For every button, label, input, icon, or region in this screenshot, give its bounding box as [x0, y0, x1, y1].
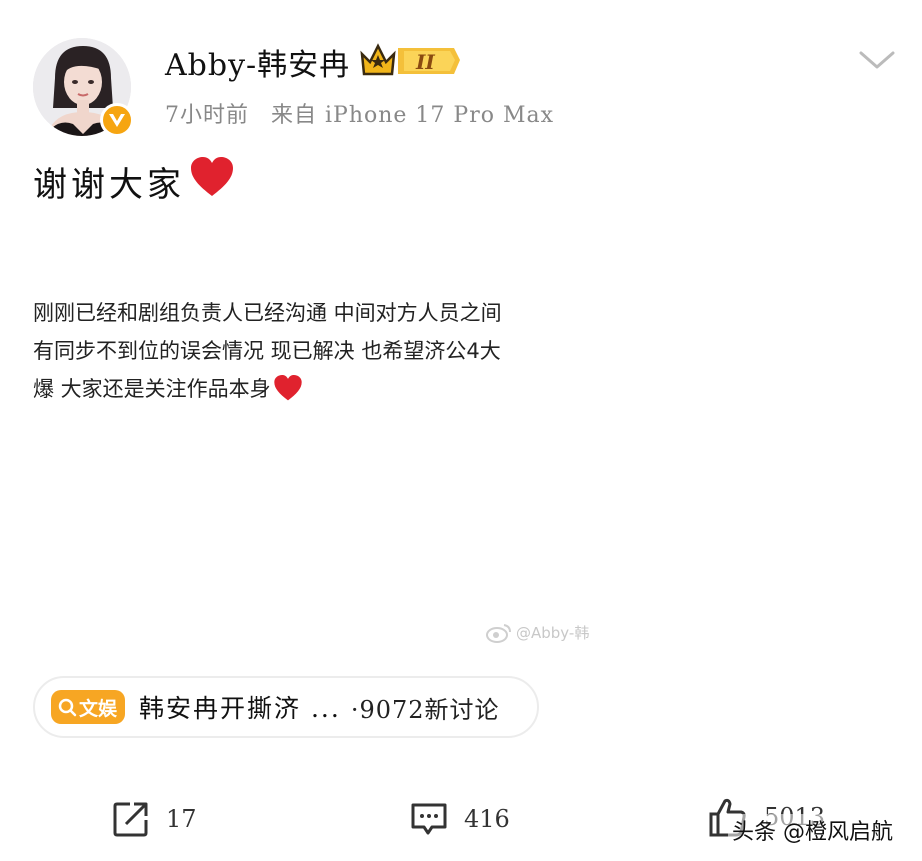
body-line: 爆 大家还是关注作品本身 [33, 377, 271, 401]
verified-v-icon [100, 103, 134, 137]
topic-pill[interactable]: 文娱 韩安冉开撕济 ... ·9072新讨论 [33, 676, 539, 738]
comment-button[interactable]: 416 [410, 800, 510, 838]
body-line: 有同步不到位的误会情况 现已解决 也希望济公4大 [33, 339, 501, 363]
chevron-down-icon[interactable] [858, 48, 896, 76]
repost-button[interactable]: 17 [112, 800, 197, 838]
search-icon [58, 698, 77, 717]
image-watermark: @Abby-韩 [486, 622, 589, 643]
watermark-text: @Abby-韩 [516, 624, 590, 642]
post-body: 刚刚已经和剧组负责人已经沟通 中间对方人员之间 有同步不到位的误会情况 现已解决… [33, 294, 613, 414]
heart-icon [273, 374, 303, 414]
comment-icon [411, 803, 447, 835]
body-line: 刚刚已经和剧组负责人已经沟通 中间对方人员之间 [33, 301, 502, 325]
comment-count: 416 [464, 805, 510, 833]
member-crown-badge[interactable]: II [360, 40, 460, 84]
repost-count: 17 [166, 805, 197, 833]
heart-icon [189, 156, 235, 207]
topic-count: ·9072新讨论 [350, 695, 500, 724]
weibo-logo-icon [486, 623, 511, 643]
topic-title: 韩安冉开撕济 ... [139, 694, 341, 723]
headline-text: 谢谢大家 [33, 165, 185, 205]
level-text: II [415, 50, 435, 74]
footer-watermark: 头条 @橙风启航 [728, 814, 897, 846]
username[interactable]: Abby-韩安冉 [165, 40, 350, 84]
post-source: 来自 iPhone 17 Pro Max [271, 103, 555, 128]
post-meta: 7小时前 来自 iPhone 17 Pro Max [165, 97, 554, 129]
repost-icon [113, 802, 148, 837]
post-headline: 谢谢大家 [33, 156, 235, 207]
topic-tag: 文娱 [51, 690, 126, 724]
post-time: 7小时前 [165, 103, 249, 128]
topic-tag-label: 文娱 [79, 697, 118, 720]
